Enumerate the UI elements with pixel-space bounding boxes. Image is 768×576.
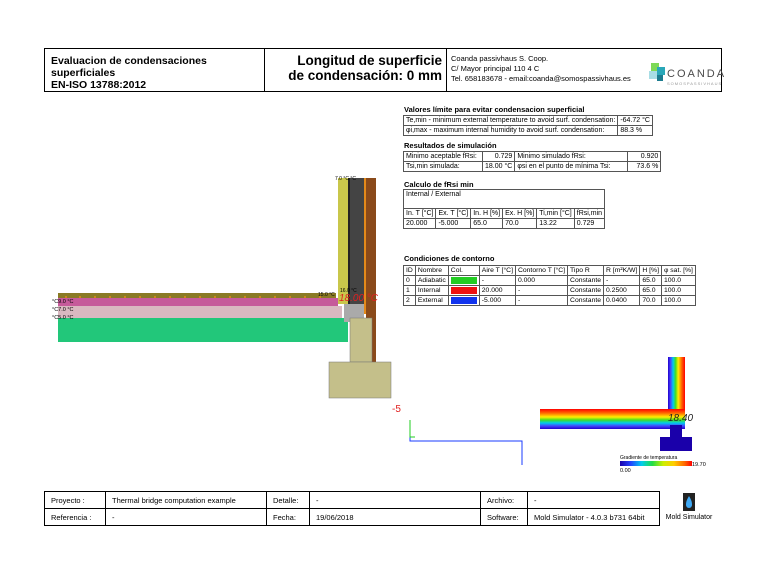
report-footer: Proyecto : Thermal bridge computation ex… [44, 491, 660, 526]
footer-fecha-value: 19/06/2018 [309, 508, 481, 526]
legend-max: 19.70 [692, 462, 706, 468]
thermal-max-label: 18.40 [668, 413, 693, 424]
legend-min: 0.00 [620, 468, 631, 474]
thermal-gradient-map: 18.40 Gradiente de temperatura 0.00 19.7… [409, 357, 706, 474]
footer-fecha-label: Fecha: [266, 508, 310, 526]
footer-detalle-value: - [309, 491, 481, 509]
footer-software-value: Mold Simulator - 4.0.3 b731 64bit [527, 508, 660, 526]
thermal-floor [540, 409, 685, 429]
thermal-adiabatic-boundary [409, 420, 415, 438]
thermal-stem [670, 425, 682, 437]
footer-software-label: Software: [480, 508, 528, 526]
thermal-ext-boundary [409, 420, 523, 465]
legend-title: Gradiente de temperatura [620, 455, 677, 461]
mold-simulator-logo-icon [683, 493, 695, 511]
footer-proyecto-value: Thermal bridge computation example [105, 491, 267, 509]
mold-simulator-brand: Mold Simulator [662, 492, 716, 521]
footer-archivo-label: Archivo: [480, 491, 528, 509]
footer-referencia-value: - [105, 508, 267, 526]
footer-detalle-label: Detalle: [266, 491, 310, 509]
footer-archivo-value: - [527, 491, 660, 509]
legend-color-bar [620, 461, 692, 466]
thermal-base [660, 437, 692, 451]
mold-simulator-label: Mold Simulator [665, 514, 713, 521]
footer-referencia-label: Referencia : [44, 508, 106, 526]
footer-proyecto-label: Proyecto : [44, 491, 106, 509]
